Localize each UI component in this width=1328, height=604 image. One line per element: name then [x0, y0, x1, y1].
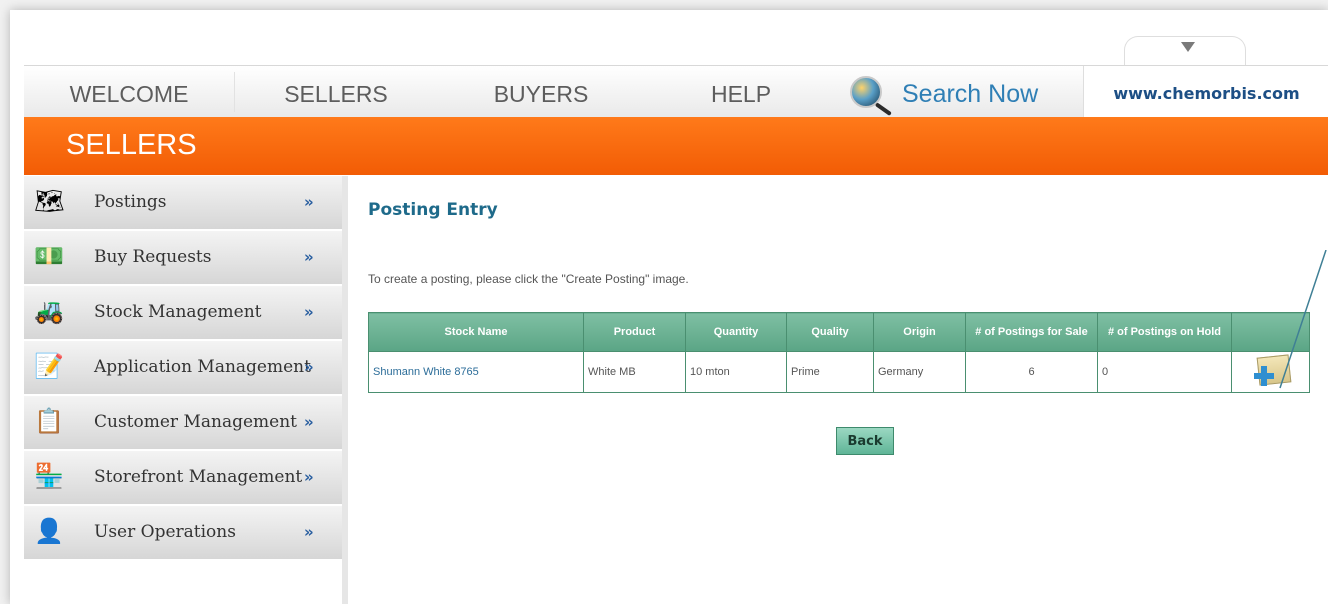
- cell-quantity: 10 mton: [685, 351, 787, 393]
- cell-stock-name[interactable]: Shumann White 8765: [368, 351, 584, 393]
- callout-pointer-line: [1279, 250, 1327, 389]
- col-origin[interactable]: Origin: [873, 312, 966, 352]
- sidebar-item-label: Storefront Management: [94, 467, 303, 487]
- section-banner: SELLERS: [24, 117, 1328, 175]
- sidebar-item-user-operations[interactable]: 👤 User Operations »: [24, 506, 342, 559]
- stock-name-link[interactable]: Shumann White 8765: [373, 366, 479, 378]
- sidebar-item-postings[interactable]: 🗺 Postings »: [24, 176, 342, 229]
- checklist-user-icon: 📋: [34, 408, 64, 435]
- double-chevron-icon: »: [304, 248, 314, 266]
- sidebar-item-label: Buy Requests: [94, 247, 212, 267]
- sidebar-item-label: Customer Management: [94, 412, 297, 432]
- sidebar-item-storefront-management[interactable]: 🏪 Storefront Management »: [24, 451, 342, 504]
- sidebar-item-customer-management[interactable]: 📋 Customer Management »: [24, 396, 342, 449]
- cell-postings-on-hold: 0: [1097, 351, 1232, 393]
- sidebar: 🗺 Postings » 💵 Buy Requests » 🚜 Stock Ma…: [24, 176, 348, 604]
- cell-postings-for-sale: 6: [965, 351, 1098, 393]
- nav-help[interactable]: HELP: [646, 66, 836, 118]
- callout-line: [1279, 250, 1327, 389]
- col-quality[interactable]: Quality: [786, 312, 874, 352]
- page-title: Posting Entry: [368, 200, 498, 220]
- instruction-text: To create a posting, please click the "C…: [368, 272, 689, 286]
- nav-divider: [234, 72, 235, 112]
- double-chevron-icon: »: [304, 413, 314, 431]
- col-postings-for-sale[interactable]: # of Postings for Sale: [965, 312, 1098, 352]
- col-stock-name[interactable]: Stock Name: [368, 312, 584, 352]
- col-postings-on-hold[interactable]: # of Postings on Hold: [1097, 312, 1232, 352]
- browser-frame: WELCOME SELLERS BUYERS HELP Search Now w…: [10, 10, 1328, 604]
- sidebar-item-label: Stock Management: [94, 302, 262, 322]
- col-product[interactable]: Product: [583, 312, 686, 352]
- storefront-icon: 🏪: [34, 463, 64, 490]
- map-icon: 🗺: [34, 188, 65, 215]
- double-chevron-icon: »: [304, 358, 314, 376]
- user-icon: 👤: [34, 518, 64, 545]
- table-header-row: Stock Name Product Quantity Quality Orig…: [368, 312, 1310, 352]
- nav-buyers[interactable]: BUYERS: [436, 66, 646, 118]
- double-chevron-icon: »: [304, 303, 314, 321]
- cash-icon: 💵: [34, 243, 64, 270]
- forklift-icon: 🚜: [34, 298, 64, 325]
- double-chevron-icon: »: [304, 193, 314, 211]
- top-navigation: WELCOME SELLERS BUYERS HELP Search Now w…: [24, 65, 1328, 118]
- search-now-button[interactable]: Search Now: [844, 66, 1064, 118]
- site-url-tab[interactable]: www.chemorbis.com: [1083, 66, 1328, 118]
- sidebar-item-buy-requests[interactable]: 💵 Buy Requests »: [24, 231, 342, 284]
- sidebar-item-application-management[interactable]: 📝 Application Management »: [24, 341, 342, 394]
- table-row: Shumann White 8765 White MB 10 mton Prim…: [368, 351, 1310, 393]
- sidebar-item-label: Application Management: [94, 357, 311, 377]
- nav-sellers[interactable]: SELLERS: [236, 66, 436, 118]
- main-content: Posting Entry To create a posting, pleas…: [360, 176, 1328, 604]
- cell-origin: Germany: [873, 351, 966, 393]
- postings-table: Stock Name Product Quantity Quality Orig…: [368, 312, 1310, 393]
- nav-welcome[interactable]: WELCOME: [24, 66, 234, 118]
- magnifier-handle-icon: [874, 102, 892, 116]
- dropdown-arrow-icon[interactable]: [1181, 42, 1195, 52]
- sidebar-item-label: Postings: [94, 192, 167, 212]
- cell-quality: Prime: [786, 351, 874, 393]
- sidebar-item-stock-management[interactable]: 🚜 Stock Management »: [24, 286, 342, 339]
- section-title: SELLERS: [66, 129, 197, 161]
- cell-product: White MB: [583, 351, 686, 393]
- sidebar-item-label: User Operations: [94, 522, 236, 542]
- search-now-label: Search Now: [902, 80, 1039, 108]
- back-button[interactable]: Back: [836, 427, 894, 455]
- double-chevron-icon: »: [304, 523, 314, 541]
- double-chevron-icon: »: [304, 468, 314, 486]
- col-quantity[interactable]: Quantity: [685, 312, 787, 352]
- application-icon: 📝: [34, 353, 64, 380]
